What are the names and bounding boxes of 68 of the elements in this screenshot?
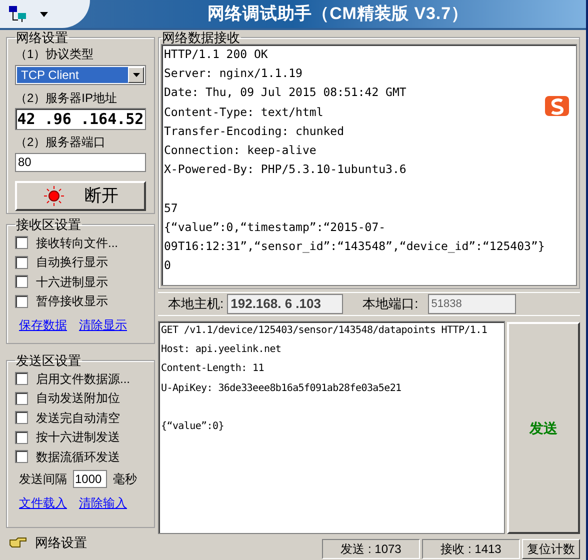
group-title: 发送区设置 [15,354,82,367]
unit-label: 毫秒 [113,470,137,488]
checkbox[interactable] [15,372,28,386]
field-label: （2）服务器端口 [15,134,107,150]
status-text: 网络设置 [35,534,87,552]
checkbox-label: 自动发送附加位 [36,390,120,408]
interval-field[interactable]: 1000 [73,470,107,488]
link[interactable]: 文件载入 [19,494,67,512]
interval-label: 发送间隔 [19,470,67,488]
received-line: X-Powered-By: PHP/5.3.10-1ubuntu3.6 [164,161,406,178]
hand-pointer-icon [9,536,27,550]
checkbox-label: 接收转向文件... [36,234,118,252]
received-line: Connection: keep-alive [164,142,316,159]
field-label: （1）协议类型 [15,46,95,62]
caret-icon [132,73,140,77]
checkbox[interactable] [15,411,28,424]
status-light-icon [42,185,64,207]
reset-count-button[interactable]: 复位计数 [522,539,580,559]
sent-count: 发送 : 1073 [322,539,420,559]
received-count: 接收 : 1413 [422,539,520,559]
disconnect-button[interactable]: 断开 [15,181,146,211]
received-line: Content-Type: text/html [164,104,324,121]
received-line: Transfer-Encoding: chunked [164,122,344,140]
caret-icon[interactable] [40,12,48,16]
link[interactable]: 保存数据 [19,316,67,334]
checkbox-label: 自动换行显示 [36,254,108,272]
ip-address-field[interactable]: 42 .96 .164.52 [15,108,146,130]
local-host-label: 本地主机: [168,295,224,314]
send-line: Host: api.yeelink.net [161,343,282,358]
group-title: 网络数据接收 [161,31,241,44]
group-title: 网络设置 [15,31,69,44]
send-line: U-ApiKey: 36de33eee8b16a5f091ab28fe03a5e21 [161,382,402,396]
send-line: {“value”:0} [161,420,224,434]
checkbox[interactable] [15,450,28,464]
received-line: {“value”:0,“timestamp”:“2015-07- [164,218,386,236]
send-line: Content-Length: 11 [161,362,264,376]
checkbox-label: 暂停接收显示 [36,293,108,310]
group-title: 接收区设置 [15,218,82,231]
checkbox[interactable] [15,430,28,444]
field-label: （2）服务器IP地址 [15,90,118,106]
network-icon[interactable] [8,5,28,23]
send-text-area[interactable]: GET /v1.1/device/125403/sensor/143548/datapoints HTTP/1.1 Host: api.yeelink.net Content-Length: 11 U-ApiKey: 36de33eee8b16a5f091ab28fe03a5e21 {“value”:0} [158,321,505,534]
received-line: Server: nginx/1.1.19 [164,65,302,82]
send-line: GET /v1.1/device/125403/sensor/143548/datapoints HTTP/1.1 [161,324,488,338]
received-line: Date: Thu, 09 Jul 2015 08:51:42 GMT [164,84,406,102]
port-field[interactable]: 80 [15,152,146,172]
checkbox-label: 发送完自动清空 [36,410,120,427]
local-port-field[interactable]: 51838 [428,294,516,314]
checkbox-label: 按十六进制发送 [36,429,120,446]
checkbox[interactable] [15,275,28,288]
received-line: HTTP/1.1 200 OK [164,46,268,63]
checkbox[interactable] [15,236,28,250]
checkbox[interactable] [15,256,28,269]
checkbox-label: 十六进制显示 [36,274,108,291]
protocol-dropdown[interactable]: TCP Client [15,65,146,85]
input-method-icon[interactable] [544,95,570,117]
local-port-label: 本地端口: [362,295,418,314]
checkbox-label: 启用文件数据源... [36,370,130,388]
checkbox[interactable] [15,392,28,405]
checkbox-label: 数据流循环发送 [36,448,120,466]
local-host-field[interactable]: 192.168. 6 .103 [226,294,343,314]
received-line: 57 [164,200,178,216]
received-line: 0 [164,257,171,274]
link[interactable]: 清除显示 [79,316,127,334]
checkbox[interactable] [15,294,28,308]
received-line: 09T16:12:31”,“sensor_id”:“143548”,“device_id”:“125403”} [164,238,545,255]
window-title: 网络调试助手（CM精装版 V3.7） [206,3,470,26]
link[interactable]: 清除输入 [79,494,127,512]
